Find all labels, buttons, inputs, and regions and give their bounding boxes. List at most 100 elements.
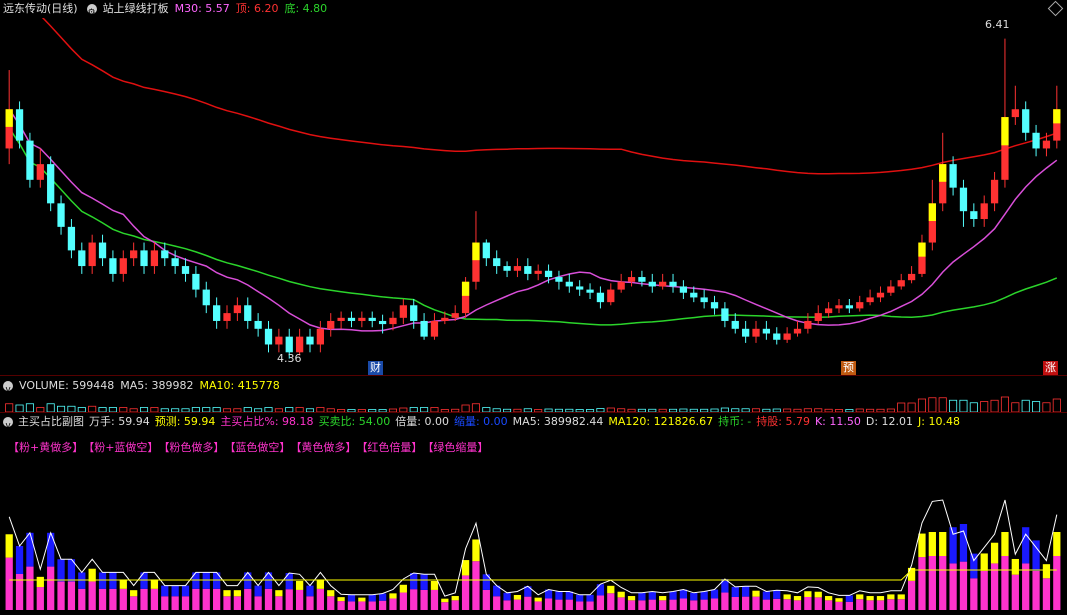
ratio-bar-blue bbox=[202, 572, 210, 589]
ratio-bar-blue bbox=[1022, 527, 1030, 564]
candle-body bbox=[119, 258, 127, 274]
candle-body bbox=[700, 297, 708, 303]
ratio-bar-pink bbox=[306, 596, 314, 610]
ratio-bar-blue bbox=[773, 590, 781, 599]
candle-body bbox=[565, 281, 573, 287]
ratio-bar-pink bbox=[793, 600, 802, 610]
ratio-bar-yellow bbox=[119, 579, 127, 589]
candlestick-chart[interactable] bbox=[0, 18, 1067, 378]
ratio-bar-yellow bbox=[327, 590, 335, 597]
volume-ma10: MA10: 415778 bbox=[199, 379, 280, 392]
candle-highlight bbox=[939, 164, 947, 182]
candle-body bbox=[441, 317, 449, 321]
ratio-bar-pink bbox=[420, 589, 428, 610]
sub-maimai: 买卖比: 54.00 bbox=[318, 415, 391, 428]
ratio-bar-blue bbox=[669, 591, 677, 600]
indicator-name[interactable]: 站上绿线打板 bbox=[103, 0, 169, 18]
candle-body bbox=[420, 320, 428, 337]
ratio-bar-yellow bbox=[5, 534, 13, 558]
ratio-bar-pink bbox=[617, 597, 625, 610]
candle-body bbox=[824, 308, 833, 314]
ratio-bar-pink bbox=[721, 592, 729, 610]
volume-bar bbox=[46, 403, 55, 413]
volume-bar bbox=[990, 399, 999, 413]
candle-body bbox=[524, 266, 532, 274]
ratio-bar-pink bbox=[15, 574, 24, 610]
candle-body bbox=[752, 328, 760, 337]
candle-body bbox=[970, 211, 978, 220]
ratio-bar-blue bbox=[555, 591, 563, 600]
ratio-bar-blue bbox=[845, 595, 853, 602]
ratio-bar-blue bbox=[742, 586, 750, 597]
ratio-bar-pink bbox=[171, 596, 179, 610]
ratio-bar-pink bbox=[503, 600, 511, 610]
candle-body bbox=[596, 292, 605, 303]
volume-bar bbox=[897, 402, 906, 413]
ratio-bar-pink bbox=[970, 578, 978, 610]
candle-body bbox=[130, 250, 138, 259]
sub-collapse-icon[interactable]: v bbox=[3, 417, 13, 431]
ratio-bar-pink bbox=[441, 602, 449, 610]
candle-body bbox=[150, 250, 159, 267]
sub-suoliang: 缩量: 0.00 bbox=[453, 415, 508, 428]
ratio-bar-pink bbox=[461, 575, 470, 610]
ratio-bar-pink bbox=[804, 596, 812, 610]
event-badge-forecast[interactable]: 预 bbox=[841, 361, 856, 375]
ratio-bar-blue bbox=[378, 593, 387, 601]
ratio-bar-pink bbox=[710, 598, 719, 610]
candle-body bbox=[648, 281, 656, 287]
event-badge-finance[interactable]: 财 bbox=[368, 361, 383, 375]
ratio-bar-blue bbox=[15, 546, 24, 574]
event-badge-limit-up[interactable]: 涨 bbox=[1043, 361, 1058, 375]
ratio-bar-yellow bbox=[990, 542, 999, 564]
candle-body bbox=[990, 179, 999, 204]
candle-body bbox=[192, 273, 200, 290]
ratio-bar-pink bbox=[1042, 578, 1051, 610]
ratio-bar-yellow bbox=[233, 590, 242, 597]
ratio-bar-blue bbox=[959, 524, 968, 562]
ratio-bar-pink bbox=[295, 589, 304, 610]
candle-body bbox=[244, 305, 252, 321]
candle-body bbox=[544, 270, 553, 278]
candle-body bbox=[949, 164, 957, 188]
ratio-bar-yellow bbox=[752, 590, 760, 597]
ratio-bar-pink bbox=[140, 588, 148, 610]
ratio-bar-yellow bbox=[130, 590, 138, 597]
ratio-bar-pink bbox=[700, 599, 708, 610]
volume-title: VOLUME: 599448 bbox=[19, 379, 115, 392]
volume-bar bbox=[1000, 396, 1009, 413]
volume-collapse-icon[interactable]: v bbox=[3, 381, 13, 395]
volume-chart[interactable] bbox=[0, 395, 1067, 413]
main-buy-ratio-chart[interactable] bbox=[0, 460, 1067, 615]
ratio-bar-blue bbox=[638, 592, 646, 601]
candle-body bbox=[503, 266, 511, 271]
ratio-bar-yellow bbox=[856, 594, 864, 600]
candle-body bbox=[856, 302, 864, 309]
stock-title[interactable]: 远东传动(日线) bbox=[3, 0, 78, 18]
ratio-bar-yellow bbox=[461, 560, 470, 576]
volume-bar bbox=[980, 401, 989, 413]
sub-j: J: 10.48 bbox=[918, 415, 960, 428]
volume-bar bbox=[5, 403, 14, 413]
ratio-bar-blue bbox=[1032, 540, 1040, 571]
ratio-bar-pink bbox=[544, 598, 553, 610]
ratio-bar-pink bbox=[26, 566, 34, 610]
ratio-bar-pink bbox=[275, 596, 283, 610]
ratio-bar-yellow bbox=[659, 596, 667, 601]
top-red-line bbox=[41, 18, 1058, 175]
candle-body bbox=[959, 187, 968, 212]
settings-circle-icon[interactable]: ⚙ bbox=[86, 4, 97, 18]
volume-bar bbox=[1021, 399, 1030, 413]
ratio-bar-blue bbox=[98, 572, 107, 589]
ratio-bar-yellow bbox=[472, 539, 480, 562]
candle-body bbox=[88, 242, 96, 267]
candle-highlight bbox=[5, 109, 13, 127]
ratio-bar-pink bbox=[627, 600, 636, 610]
ratio-bar-blue bbox=[306, 585, 314, 597]
ratio-bar-blue bbox=[700, 591, 708, 600]
candle-body bbox=[389, 317, 397, 325]
candle-body bbox=[679, 286, 688, 293]
candle-body bbox=[327, 320, 335, 329]
ratio-bar-pink bbox=[856, 599, 864, 610]
candle-body bbox=[1022, 109, 1030, 133]
